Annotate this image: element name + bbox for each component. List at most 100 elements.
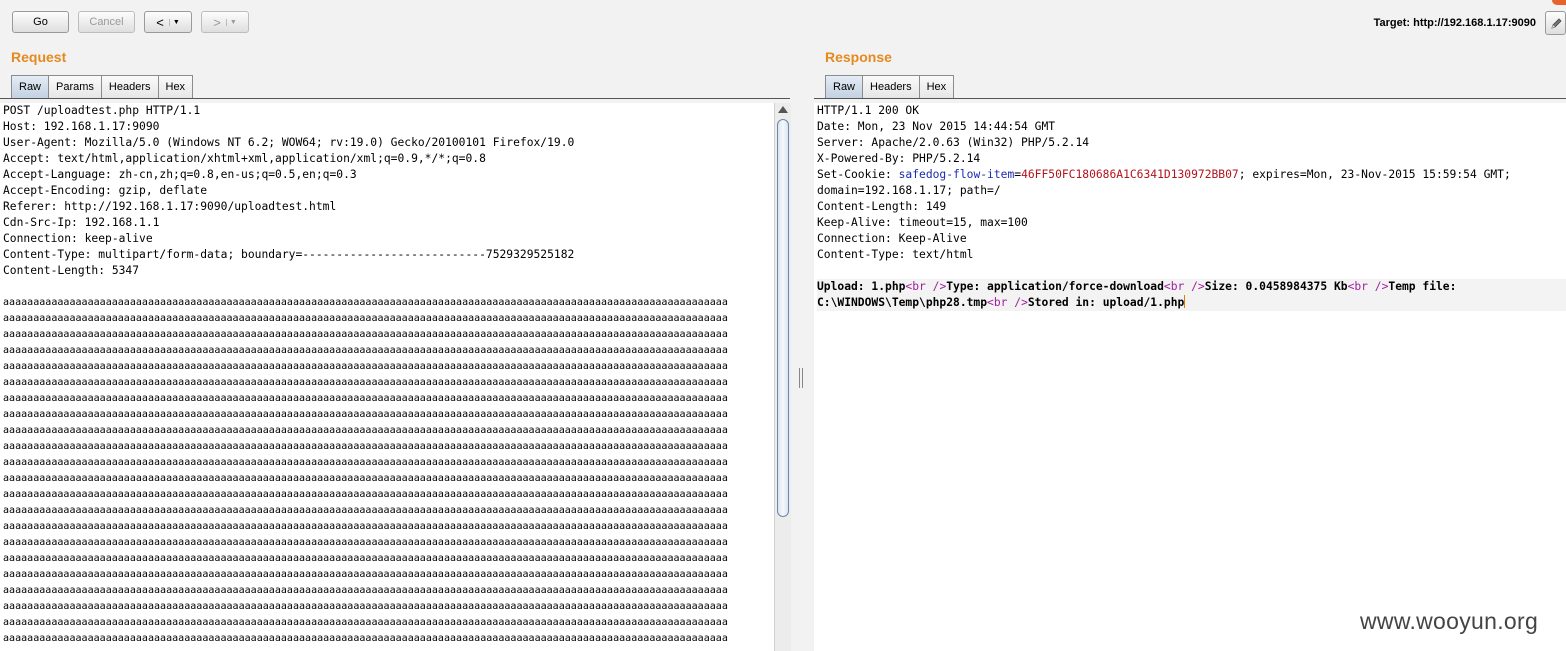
request-body-line: aaaaaaaaaaaaaaaaaaaaaaaaaaaaaaaaaaaaaaaa…	[3, 409, 728, 420]
request-body-line: aaaaaaaaaaaaaaaaaaaaaaaaaaaaaaaaaaaaaaaa…	[3, 553, 728, 564]
request-header-line: Connection: keep-alive	[3, 232, 153, 245]
request-body-line: aaaaaaaaaaaaaaaaaaaaaaaaaaaaaaaaaaaaaaaa…	[3, 473, 728, 484]
request-header-line: POST /uploadtest.php HTTP/1.1	[3, 104, 201, 117]
cookie-prefix: Set-Cookie:	[817, 168, 899, 181]
request-body-line: aaaaaaaaaaaaaaaaaaaaaaaaaaaaaaaaaaaaaaaa…	[3, 313, 728, 324]
request-body-line: aaaaaaaaaaaaaaaaaaaaaaaaaaaaaaaaaaaaaaaa…	[3, 457, 728, 468]
forward-history-dropdown-icon[interactable]: ▼	[225, 18, 237, 26]
request-body-line: aaaaaaaaaaaaaaaaaaaaaaaaaaaaaaaaaaaaaaaa…	[3, 569, 728, 580]
go-button[interactable]: Go	[12, 11, 69, 33]
request-header-line: Referer: http://192.168.1.17:9090/upload…	[3, 200, 337, 213]
request-header-line: User-Agent: Mozilla/5.0 (Windows NT 6.2;…	[3, 136, 575, 149]
request-headers: POST /uploadtest.php HTTP/1.1 Host: 192.1…	[3, 103, 774, 279]
request-body-line: aaaaaaaaaaaaaaaaaaaaaaaaaaaaaaaaaaaaaaaa…	[3, 601, 728, 612]
request-header-line: Accept-Language: zh-cn,zh;q=0.8,en-us;q=…	[3, 168, 357, 181]
cookie-value: 46FF50FC180686A1C6341D130972BB07	[1021, 168, 1239, 181]
body-text: Type: application/force-download	[946, 280, 1164, 293]
cancel-button-label: Cancel	[89, 16, 124, 28]
cookie-attributes: ; expires=Mon, 23-Nov-2015 15:59:54 GMT;	[1238, 168, 1511, 181]
corner-decoration	[1552, 0, 1566, 5]
response-body-line-2: C:\WINDOWS\Temp\php28.tmp<br />Stored in…	[817, 295, 1566, 311]
br-tag-name: br	[993, 296, 1008, 309]
forward-arrow-icon: >	[213, 14, 221, 30]
response-header-set-cookie: Set-Cookie: safedog-flow-item=46FF50FC18…	[817, 167, 1566, 183]
response-tab-hex[interactable]: Hex	[918, 75, 955, 98]
go-button-label: Go	[33, 16, 48, 28]
edit-target-button[interactable]	[1545, 11, 1566, 35]
back-button[interactable]: < ▼	[144, 11, 192, 33]
response-tab-raw[interactable]: Raw	[825, 75, 864, 98]
request-body-line: aaaaaaaaaaaaaaaaaaaaaaaaaaaaaaaaaaaaaaaa…	[3, 345, 728, 356]
request-tab-params[interactable]: Params	[48, 75, 102, 98]
br-tag-name: br	[1354, 280, 1368, 293]
br-tag-close: />	[1007, 296, 1028, 309]
cancel-button[interactable]: Cancel	[78, 11, 135, 33]
request-body-line: aaaaaaaaaaaaaaaaaaaaaaaaaaaaaaaaaaaaaaaa…	[3, 361, 728, 372]
request-body-line: aaaaaaaaaaaaaaaaaaaaaaaaaaaaaaaaaaaaaaaa…	[3, 585, 728, 596]
toolbar: Go Cancel < ▼ > ▼ Target: http://192.168…	[0, 0, 1566, 44]
response-header-keep-alive: Keep-Alive: timeout=15, max=100	[817, 216, 1028, 229]
scroll-up-arrow-icon[interactable]	[778, 106, 788, 113]
pencil-icon	[1551, 18, 1562, 29]
back-arrow-icon: <	[156, 14, 164, 30]
br-tag-close: />	[925, 280, 947, 293]
response-tab-headers[interactable]: Headers	[862, 75, 920, 98]
request-header-line: Cdn-Src-Ip: 192.168.1.1	[3, 216, 160, 229]
response-status-line: HTTP/1.1 200 OK	[817, 104, 920, 117]
br-tag-name: br	[1170, 280, 1185, 293]
body-text: Upload: 1.php	[817, 280, 906, 293]
request-body-line: aaaaaaaaaaaaaaaaaaaaaaaaaaaaaaaaaaaaaaaa…	[3, 521, 728, 532]
request-body-line: aaaaaaaaaaaaaaaaaaaaaaaaaaaaaaaaaaaaaaaa…	[3, 377, 728, 388]
br-tag-close: />	[1184, 280, 1205, 293]
request-tabs: Raw Params Headers Hex	[11, 75, 194, 99]
request-body-line: aaaaaaaaaaaaaaaaaaaaaaaaaaaaaaaaaaaaaaaa…	[3, 633, 728, 644]
request-body-line: aaaaaaaaaaaaaaaaaaaaaaaaaaaaaaaaaaaaaaaa…	[3, 617, 728, 628]
request-body-line: aaaaaaaaaaaaaaaaaaaaaaaaaaaaaaaaaaaaaaaa…	[3, 505, 728, 516]
body-text: Stored in: upload/1.php	[1027, 296, 1185, 309]
request-body-line: aaaaaaaaaaaaaaaaaaaaaaaaaaaaaaaaaaaaaaaa…	[3, 441, 728, 452]
request-body-line: aaaaaaaaaaaaaaaaaaaaaaaaaaaaaaaaaaaaaaaa…	[3, 393, 728, 404]
target-label: Target: http://192.168.1.17:9090	[1373, 17, 1536, 29]
request-body-line: aaaaaaaaaaaaaaaaaaaaaaaaaaaaaaaaaaaaaaaa…	[3, 489, 728, 500]
response-tabs: Raw Headers Hex	[825, 75, 955, 99]
request-header-line: Accept: text/html,application/xhtml+xml,…	[3, 152, 486, 165]
response-title: Response	[825, 49, 892, 65]
response-header-date: Date: Mon, 23 Nov 2015 14:44:54 GMT	[817, 120, 1056, 133]
request-body: aaaaaaaaaaaaaaaaaaaaaaaaaaaaaaaaaaaaaaaa…	[3, 295, 774, 647]
br-tag-open: <	[1163, 280, 1171, 293]
request-tab-headers[interactable]: Headers	[100, 75, 159, 98]
request-title: Request	[11, 49, 67, 65]
response-header-content-type: Content-Type: text/html	[817, 248, 974, 261]
body-text: Size: 0.0458984375 Kb	[1204, 280, 1348, 293]
request-tab-divider	[0, 98, 790, 99]
request-header-line: Host: 192.168.1.17:9090	[3, 120, 160, 133]
response-body-line-1: Upload: 1.php<br />Type: application/for…	[817, 279, 1566, 295]
scrollbar-thumb[interactable]	[777, 119, 789, 517]
response-header-set-cookie-cont: domain=192.168.1.17; path=/	[817, 184, 1001, 197]
watermark: www.wooyun.org	[1360, 608, 1539, 634]
response-header-connection: Connection: Keep-Alive	[817, 232, 967, 245]
back-history-dropdown-icon[interactable]: ▼	[168, 18, 180, 26]
response-tab-divider	[814, 98, 1566, 99]
request-tab-raw[interactable]: Raw	[11, 75, 50, 98]
request-header-line: Content-Type: multipart/form-data; bound…	[3, 248, 575, 261]
request-body-line: aaaaaaaaaaaaaaaaaaaaaaaaaaaaaaaaaaaaaaaa…	[3, 329, 728, 340]
panel-splitter-handle[interactable]	[799, 368, 803, 388]
request-body-line: aaaaaaaaaaaaaaaaaaaaaaaaaaaaaaaaaaaaaaaa…	[3, 425, 728, 436]
request-header-line: Accept-Encoding: gzip, deflate	[3, 184, 208, 197]
request-editor[interactable]: POST /uploadtest.php HTTP/1.1 Host: 192.1…	[0, 103, 774, 651]
body-text: Temp file:	[1388, 280, 1464, 293]
br-tag-open: <	[987, 296, 994, 309]
forward-button[interactable]: > ▼	[201, 11, 249, 33]
cookie-name: safedog-flow-item	[898, 168, 1015, 181]
request-scrollbar[interactable]	[774, 103, 791, 651]
text-caret	[1184, 295, 1186, 308]
response-editor[interactable]: HTTP/1.1 200 OK Date: Mon, 23 Nov 2015 1…	[814, 103, 1566, 651]
response-header-content-length: Content-Length: 149	[817, 200, 947, 213]
request-header-line: Content-Length: 5347	[3, 264, 140, 277]
request-body-line: aaaaaaaaaaaaaaaaaaaaaaaaaaaaaaaaaaaaaaaa…	[3, 537, 728, 548]
request-tab-hex[interactable]: Hex	[157, 75, 194, 98]
request-body-line: aaaaaaaaaaaaaaaaaaaaaaaaaaaaaaaaaaaaaaaa…	[3, 297, 728, 308]
